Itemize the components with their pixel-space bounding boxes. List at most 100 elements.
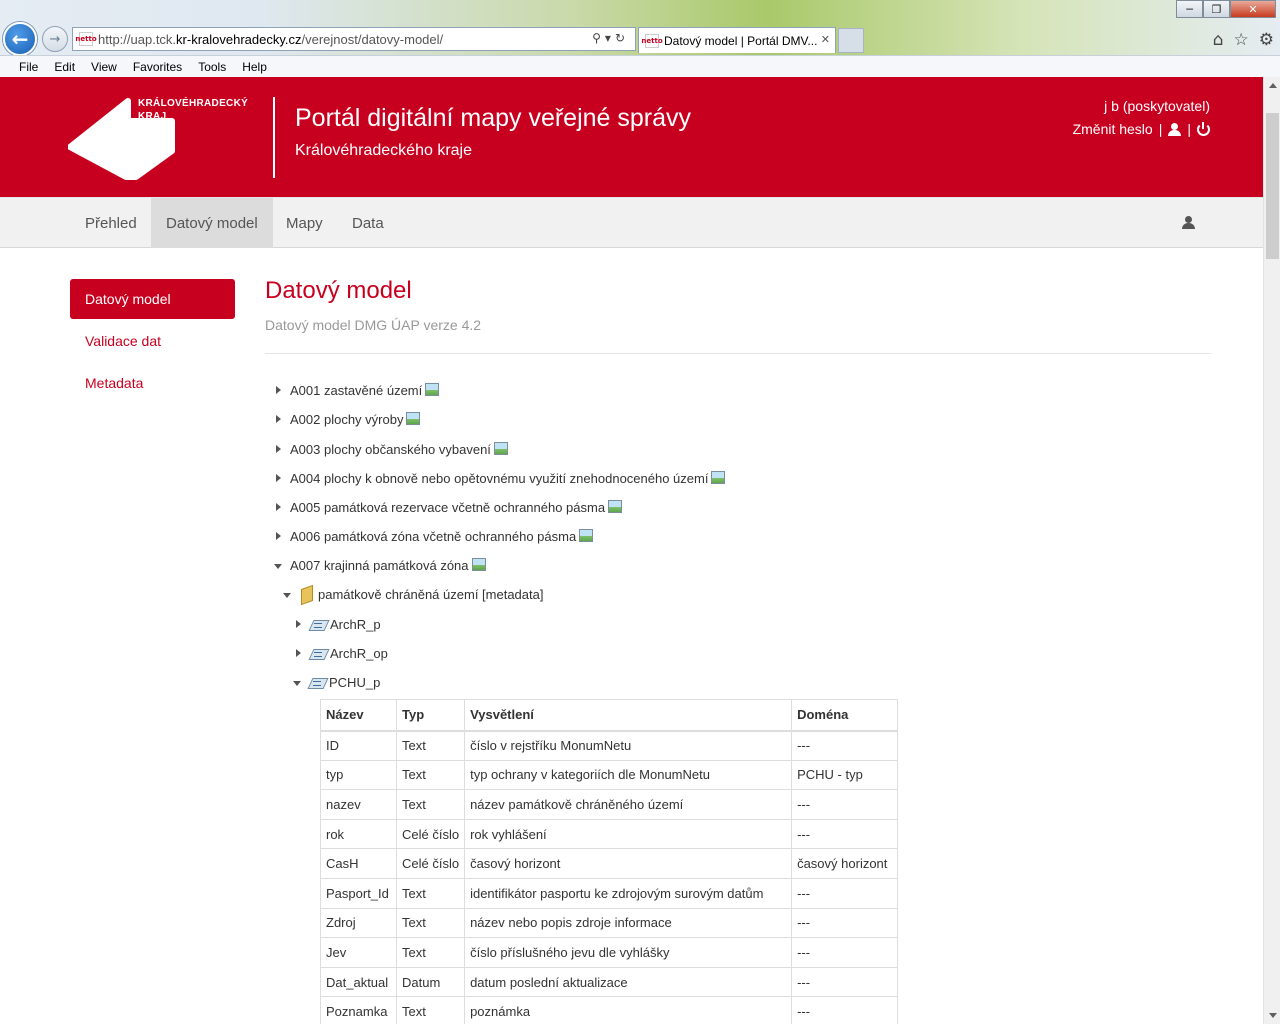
- expand-arrow-icon[interactable]: [296, 649, 301, 657]
- map-preview-icon[interactable]: [406, 411, 421, 425]
- scroll-up-arrow-icon[interactable]: [1264, 77, 1280, 94]
- expand-arrow-icon[interactable]: [276, 503, 281, 511]
- menu-file[interactable]: File: [19, 60, 38, 74]
- table-row: CasH Celé číslo časový horizont časový h…: [320, 848, 899, 879]
- cell-typ: Text: [395, 877, 466, 909]
- nav-user-icon[interactable]: [1182, 216, 1195, 229]
- logo-text: KRÁLOVÉHRADECKÝ KRAJ: [138, 98, 249, 122]
- favorites-star-icon[interactable]: ☆: [1234, 30, 1249, 50]
- cell-nazev: Pasport_Id: [320, 877, 397, 909]
- column-header-typ: Typ: [395, 699, 466, 732]
- page-title: Portál digitální mapy veřejné správy: [295, 104, 692, 132]
- cell-vysvetleni: rok vyhlášení: [464, 818, 793, 850]
- menu-tools[interactable]: Tools: [198, 60, 226, 74]
- tree-item-a003[interactable]: A003 plochy občanského vybavení: [276, 440, 508, 458]
- scrollbar-thumb[interactable]: [1266, 113, 1279, 259]
- address-url: http://uap.tck.kr-kralovehradecky.cz/ver…: [98, 31, 444, 47]
- map-preview-icon[interactable]: [471, 557, 486, 571]
- home-icon[interactable]: ⌂: [1213, 30, 1224, 50]
- address-bar[interactable]: netto http://uap.tck.kr-kralovehradecky.…: [72, 27, 636, 51]
- sidebar-item-metadata[interactable]: Metadata: [70, 363, 235, 403]
- minimize-icon[interactable]: ─: [1176, 0, 1203, 18]
- menu-edit[interactable]: Edit: [54, 60, 75, 74]
- tree-item-a006[interactable]: A006 památková zóna včetně ochranného pá…: [276, 527, 594, 545]
- table-row: Jev Text číslo příslušného jevu dle vyhl…: [320, 937, 899, 968]
- browser-tab[interactable]: netto Datový model | Portál DMV... ✕: [638, 27, 836, 53]
- logout-power-icon[interactable]: [1197, 121, 1210, 136]
- tree-item-a002[interactable]: A002 plochy výroby: [276, 410, 421, 428]
- map-preview-icon[interactable]: [608, 499, 623, 513]
- cell-typ: Text: [395, 789, 466, 820]
- change-password-link[interactable]: Změnit heslo: [1073, 121, 1153, 137]
- cell-nazev: Jev: [320, 937, 397, 968]
- expand-arrow-icon[interactable]: [276, 415, 281, 423]
- nav-mapy[interactable]: Mapy: [271, 198, 338, 248]
- tree-layer-archr-p[interactable]: ArchR_p: [296, 615, 381, 633]
- new-tab-button[interactable]: [838, 28, 864, 53]
- cell-vysvetleni: poznámka: [464, 996, 793, 1024]
- folder-label[interactable]: památkově chráněná území [metadata]: [318, 587, 543, 602]
- cell-nazev: typ: [320, 759, 397, 791]
- expand-arrow-icon[interactable]: [276, 532, 281, 540]
- cell-nazev: CasH: [320, 848, 397, 879]
- collapse-arrow-icon[interactable]: [283, 592, 291, 598]
- main-nav: Přehled Datový model Mapy Data: [0, 197, 1263, 248]
- divider: [265, 353, 1211, 354]
- user-name[interactable]: j b (poskytovatel): [1104, 98, 1210, 114]
- tree-item-label: A007 krajinná památková zóna: [290, 557, 469, 573]
- expand-arrow-icon[interactable]: [276, 445, 281, 453]
- menu-help[interactable]: Help: [242, 60, 267, 74]
- tree-item-a004[interactable]: A004 plochy k obnově nebo opětovnému vyu…: [276, 469, 726, 487]
- expand-arrow-icon[interactable]: [276, 386, 281, 394]
- cell-domena: PCHU - typ: [791, 759, 899, 791]
- forward-arrow-icon[interactable]: →: [42, 26, 68, 52]
- nav-prehled[interactable]: Přehled: [70, 198, 152, 248]
- vertical-scrollbar[interactable]: [1263, 77, 1280, 1024]
- nav-datovy-model[interactable]: Datový model: [151, 198, 273, 248]
- tree-layer-pchu-p[interactable]: PCHU_p: [293, 673, 380, 691]
- cell-vysvetleni: identifikátor pasportu ke zdrojovým suro…: [464, 877, 793, 909]
- cell-nazev: rok: [320, 818, 397, 850]
- tree-layer-archr-op[interactable]: ArchR_op: [296, 644, 388, 662]
- kraj-logo[interactable]: KRÁLOVÉHRADECKÝ KRAJ: [68, 97, 258, 187]
- back-arrow-icon[interactable]: ←: [3, 22, 37, 56]
- user-profile-icon[interactable]: [1168, 122, 1182, 136]
- cell-nazev: Dat_aktual: [320, 966, 397, 998]
- cell-domena: ---: [791, 907, 899, 939]
- scroll-down-arrow-icon[interactable]: [1264, 1007, 1280, 1024]
- search-refresh-icon[interactable]: ⚲▾↻: [592, 31, 629, 45]
- table-row: Poznamka Text poznámka ---: [320, 996, 899, 1024]
- cell-domena: ---: [791, 996, 899, 1024]
- tree-item-a005[interactable]: A005 památková rezervace včetně ochranné…: [276, 498, 623, 516]
- menu-view[interactable]: View: [91, 60, 117, 74]
- close-icon[interactable]: ✕: [1230, 0, 1276, 18]
- map-preview-icon[interactable]: [425, 382, 440, 396]
- tree-item-a001[interactable]: A001 zastavěné území: [276, 381, 440, 399]
- map-preview-icon[interactable]: [493, 441, 508, 455]
- tree-item-a007[interactable]: A007 krajinná památková zóna: [274, 556, 486, 574]
- separator: |: [1187, 121, 1191, 137]
- collapse-arrow-icon[interactable]: [293, 680, 301, 686]
- tree-folder[interactable]: památkově chráněná území [metadata]: [283, 585, 543, 603]
- settings-gear-icon[interactable]: ⚙: [1259, 30, 1274, 50]
- sidebar-item-validace-dat[interactable]: Validace dat: [70, 321, 235, 361]
- layer-icon: [310, 618, 327, 631]
- cell-typ: Text: [395, 730, 466, 761]
- map-preview-icon[interactable]: [711, 470, 726, 484]
- expand-arrow-icon[interactable]: [296, 620, 301, 628]
- window-controls: ─ ❐ ✕: [1176, 0, 1276, 18]
- sidebar-item-datovy-model[interactable]: Datový model: [70, 279, 235, 319]
- tree-item-label: A002 plochy výroby: [290, 411, 404, 427]
- expand-arrow-icon[interactable]: [276, 474, 281, 482]
- table-row: ID Text číslo v rejstříku MonumNetu ---: [320, 730, 899, 761]
- nav-data[interactable]: Data: [337, 198, 399, 248]
- layer-icon: [310, 647, 327, 660]
- menu-favorites[interactable]: Favorites: [133, 60, 182, 74]
- map-preview-icon[interactable]: [579, 528, 594, 542]
- cell-domena: ---: [791, 818, 899, 850]
- tab-close-icon[interactable]: ✕: [821, 33, 830, 46]
- browser-toolbar-icons: ⌂ ☆ ⚙: [1213, 30, 1274, 50]
- maximize-icon[interactable]: ❐: [1203, 0, 1230, 18]
- cell-typ: Text: [395, 996, 466, 1024]
- collapse-arrow-icon[interactable]: [274, 563, 282, 569]
